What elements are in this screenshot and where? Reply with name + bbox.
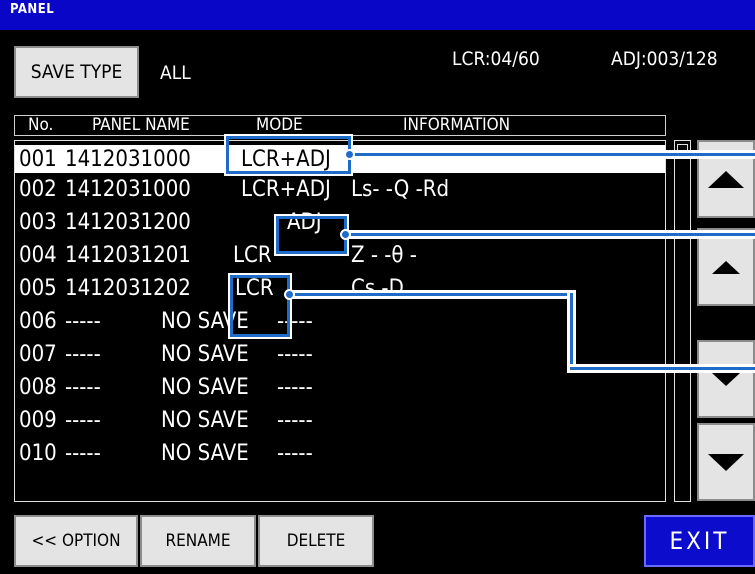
callout-line-3b [570, 293, 573, 367]
row-info: Z - -θ - [351, 243, 417, 268]
row-no: 006 [19, 309, 57, 334]
callout-line-3a [290, 293, 570, 296]
row-no: 009 [19, 408, 57, 433]
delete-button[interactable]: DELETE [258, 515, 374, 567]
row-info: ----- [277, 441, 313, 466]
down-arrow-icon [712, 372, 740, 386]
scroll-up-button[interactable] [697, 228, 755, 306]
row-no: 001 [19, 147, 57, 172]
list-scrollbar[interactable] [674, 140, 691, 502]
callout-dot-2 [340, 229, 351, 240]
callout-box-lcr-adj [224, 134, 353, 176]
rename-button[interactable]: RENAME [140, 515, 256, 567]
list-item[interactable]: 010 ----- NO SAVE ----- [15, 439, 665, 472]
save-type-button[interactable]: SAVE TYPE [14, 46, 139, 98]
adj-count: ADJ:003/128 [611, 48, 718, 70]
row-mode: NO SAVE [161, 408, 249, 433]
row-no: 005 [19, 276, 57, 301]
row-no: 004 [19, 243, 57, 268]
title-bar: PANEL [0, 0, 755, 30]
row-mode: LCR [233, 243, 272, 268]
row-info: ----- [277, 408, 313, 433]
row-no: 008 [19, 375, 57, 400]
row-name: ----- [65, 408, 101, 433]
col-no: No. [28, 115, 54, 135]
row-name: ----- [65, 309, 101, 334]
callout-dot-1 [344, 149, 355, 160]
row-name: 1412031202 [65, 276, 191, 301]
option-button[interactable]: << OPTION [14, 515, 138, 567]
double-down-arrow-icon [708, 453, 744, 471]
row-mode: NO SAVE [161, 441, 249, 466]
col-panel-name: PANEL NAME [92, 115, 190, 135]
double-up-arrow-icon [708, 170, 744, 188]
lcr-count: LCR:04/60 [452, 48, 540, 70]
list-item[interactable]: 008 ----- NO SAVE ----- [15, 373, 665, 406]
row-info: ----- [277, 342, 313, 367]
exit-button[interactable]: EXIT [644, 515, 755, 567]
col-mode: MODE [256, 115, 303, 135]
callout-dot-3 [284, 289, 295, 300]
row-name: 1412031000 [65, 147, 191, 172]
column-header: No. PANEL NAME MODE INFORMATION [14, 115, 666, 136]
callout-box-lcr [228, 273, 292, 339]
row-mode: NO SAVE [161, 342, 249, 367]
window-title: PANEL [10, 2, 55, 17]
callout-line-1 [351, 153, 755, 156]
callout-box-adj [274, 214, 349, 256]
row-no: 007 [19, 342, 57, 367]
row-info: Ls- -Q -Rd [351, 177, 450, 202]
row-name: ----- [65, 375, 101, 400]
callout-line-2 [347, 233, 755, 236]
row-name: ----- [65, 342, 101, 367]
row-mode: NO SAVE [161, 375, 249, 400]
up-arrow-icon [712, 260, 740, 274]
row-no: 010 [19, 441, 57, 466]
row-name: 1412031000 [65, 177, 191, 202]
row-name: 1412031200 [65, 210, 191, 235]
row-name: 1412031201 [65, 243, 191, 268]
row-name: ----- [65, 441, 101, 466]
list-item[interactable]: 002 1412031000 LCR+ADJ Ls- -Q -Rd [15, 175, 665, 208]
row-info: ----- [277, 375, 313, 400]
save-type-value: ALL [160, 62, 191, 84]
scroll-down-button[interactable] [697, 340, 755, 418]
row-no: 002 [19, 177, 57, 202]
list-item[interactable]: 009 ----- NO SAVE ----- [15, 406, 665, 439]
row-no: 003 [19, 210, 57, 235]
panel-screen: PANEL SAVE TYPE ALL LCR:04/60 ADJ:003/12… [0, 0, 755, 574]
row-mode: LCR+ADJ [241, 177, 331, 202]
page-down-button[interactable] [697, 423, 755, 501]
callout-line-3c [570, 367, 755, 370]
col-information: INFORMATION [403, 115, 511, 135]
